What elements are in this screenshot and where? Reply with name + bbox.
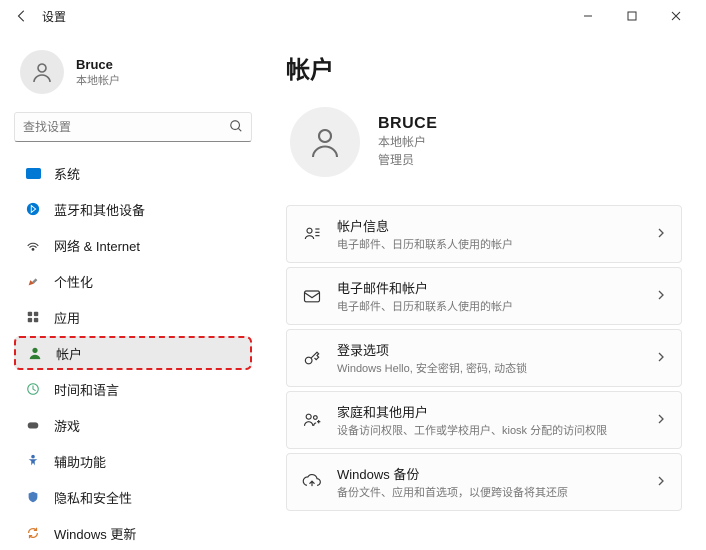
nav-label: 蓝牙和其他设备 xyxy=(54,200,145,219)
back-button[interactable] xyxy=(8,2,36,30)
nav-label: 隐私和安全性 xyxy=(54,488,132,507)
account-info-icon xyxy=(301,223,323,245)
nav-label: 辅助功能 xyxy=(54,452,106,471)
search-icon xyxy=(229,119,243,136)
chevron-right-icon xyxy=(655,351,667,366)
search-box[interactable] xyxy=(14,112,252,142)
card-windows-backup[interactable]: Windows 备份 备份文件、应用和首选项，以便跨设备将其还原 xyxy=(286,453,682,511)
apps-icon xyxy=(24,308,42,326)
card-subtitle: 备份文件、应用和首选项，以便跨设备将其还原 xyxy=(337,484,655,500)
family-icon xyxy=(301,409,323,431)
sidebar-item-accessibility[interactable]: 辅助功能 xyxy=(14,444,252,478)
sidebar-item-gaming[interactable]: 游戏 xyxy=(14,408,252,442)
chevron-right-icon xyxy=(655,475,667,490)
gaming-icon xyxy=(24,416,42,434)
chevron-right-icon xyxy=(655,413,667,428)
update-icon xyxy=(24,524,42,542)
window-title: 设置 xyxy=(42,8,66,25)
card-subtitle: 电子邮件、日历和联系人使用的帐户 xyxy=(337,236,655,252)
privacy-icon xyxy=(24,488,42,506)
backup-icon xyxy=(301,471,323,493)
key-icon xyxy=(301,347,323,369)
sidebar-item-apps[interactable]: 应用 xyxy=(14,300,252,334)
profile-role: 管理员 xyxy=(378,151,437,169)
time-language-icon xyxy=(24,380,42,398)
content-area: 帐户 BRUCE 本地帐户 管理员 帐户信息 电子邮件、日历和联系人使用的帐户 xyxy=(260,32,706,550)
title-bar: 设置 xyxy=(0,0,706,32)
avatar-icon xyxy=(290,107,360,177)
card-signin-options[interactable]: 登录选项 Windows Hello, 安全密钥, 密码, 动态锁 xyxy=(286,329,682,387)
bluetooth-icon xyxy=(24,200,42,218)
sidebar-user-subtitle: 本地帐户 xyxy=(76,72,120,88)
sidebar-user-name: Bruce xyxy=(76,57,120,72)
card-title: Windows 备份 xyxy=(337,464,655,483)
sidebar-item-bluetooth[interactable]: 蓝牙和其他设备 xyxy=(14,192,252,226)
sidebar-item-windows-update[interactable]: Windows 更新 xyxy=(14,516,252,550)
nav-label: 个性化 xyxy=(54,272,93,291)
nav-label: 网络 & Internet xyxy=(54,236,140,255)
sidebar-user[interactable]: Bruce 本地帐户 xyxy=(14,42,252,112)
sidebar: Bruce 本地帐户 系统 蓝牙和其他设备 xyxy=(0,32,260,550)
search-input[interactable] xyxy=(23,120,229,134)
nav-label: 应用 xyxy=(54,308,80,327)
accessibility-icon xyxy=(24,452,42,470)
system-icon xyxy=(24,164,42,182)
sidebar-item-personalization[interactable]: 个性化 xyxy=(14,264,252,298)
sidebar-item-privacy[interactable]: 隐私和安全性 xyxy=(14,480,252,514)
email-icon xyxy=(301,285,323,307)
close-button[interactable] xyxy=(654,2,698,30)
card-email-accounts[interactable]: 电子邮件和帐户 电子邮件、日历和联系人使用的帐户 xyxy=(286,267,682,325)
sidebar-nav: 系统 蓝牙和其他设备 网络 & Internet 个性化 xyxy=(14,156,252,550)
card-subtitle: 电子邮件、日历和联系人使用的帐户 xyxy=(337,298,655,314)
card-title: 登录选项 xyxy=(337,340,655,359)
nav-label: 时间和语言 xyxy=(54,380,119,399)
card-family-users[interactable]: 家庭和其他用户 设备访问权限、工作或学校用户、kiosk 分配的访问权限 xyxy=(286,391,682,449)
accounts-icon xyxy=(26,344,44,362)
profile-name: BRUCE xyxy=(378,115,437,133)
card-title: 家庭和其他用户 xyxy=(337,402,655,421)
card-subtitle: Windows Hello, 安全密钥, 密码, 动态锁 xyxy=(337,360,655,376)
personalization-icon xyxy=(24,272,42,290)
profile-account-type: 本地帐户 xyxy=(378,133,437,151)
chevron-right-icon xyxy=(655,289,667,304)
card-title: 帐户信息 xyxy=(337,216,655,235)
nav-label: 系统 xyxy=(54,164,80,183)
card-title: 电子邮件和帐户 xyxy=(337,278,655,297)
avatar-icon xyxy=(20,50,64,94)
minimize-button[interactable] xyxy=(566,2,610,30)
card-account-info[interactable]: 帐户信息 电子邮件、日历和联系人使用的帐户 xyxy=(286,205,682,263)
sidebar-item-system[interactable]: 系统 xyxy=(14,156,252,190)
sidebar-item-accounts[interactable]: 帐户 xyxy=(14,336,252,370)
page-title: 帐户 xyxy=(286,50,682,85)
card-subtitle: 设备访问权限、工作或学校用户、kiosk 分配的访问权限 xyxy=(337,422,655,438)
maximize-button[interactable] xyxy=(610,2,654,30)
nav-label: 帐户 xyxy=(56,344,82,363)
network-icon xyxy=(24,236,42,254)
sidebar-item-network[interactable]: 网络 & Internet xyxy=(14,228,252,262)
sidebar-item-time-language[interactable]: 时间和语言 xyxy=(14,372,252,406)
nav-label: Windows 更新 xyxy=(54,524,136,543)
profile-block: BRUCE 本地帐户 管理员 xyxy=(290,107,682,177)
nav-label: 游戏 xyxy=(54,416,80,435)
chevron-right-icon xyxy=(655,227,667,242)
